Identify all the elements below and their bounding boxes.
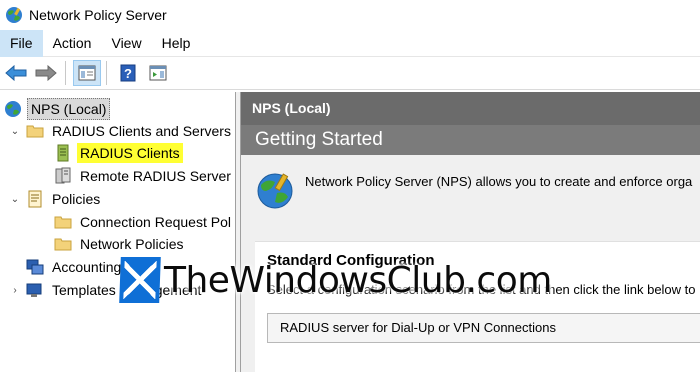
tree-item-accounting[interactable]: Accounting: [26, 256, 124, 278]
menu-action[interactable]: Action: [43, 30, 102, 57]
tree-item-label: NPS (Local): [27, 98, 111, 120]
tree-item-nps-local[interactable]: NPS (Local): [4, 98, 111, 120]
tree-item-label: Accounting: [52, 259, 122, 275]
getting-started-description: Network Policy Server (NPS) allows you t…: [305, 174, 693, 189]
tree-item-label: Templates Management: [52, 282, 202, 298]
folder-icon: [54, 216, 72, 229]
toolbar-separator: [106, 61, 107, 85]
nps-globe-icon: [257, 173, 293, 209]
tree-item-radius-clients[interactable]: RADIUS Clients: [54, 142, 183, 164]
server-group-icon: [55, 167, 71, 184]
show-hide-console-tree-button[interactable]: [73, 60, 101, 86]
svg-text:?: ?: [124, 66, 132, 81]
accounting-icon: [26, 259, 44, 275]
chevron-right-icon[interactable]: ›: [8, 285, 22, 296]
console-tree: NPS (Local) ⌄ RADIUS Clients and Servers…: [0, 92, 236, 372]
menu-view[interactable]: View: [101, 30, 151, 57]
tree-item-label: Connection Request Pol: [80, 214, 231, 230]
folder-icon: [54, 238, 72, 251]
standard-configuration-panel: Standard Configuration Select a configur…: [255, 241, 700, 372]
toolbar: ?: [0, 57, 700, 90]
tree-item-label: Policies: [52, 191, 101, 207]
tree-item-label: Remote RADIUS Server G: [80, 168, 236, 184]
back-button[interactable]: [2, 60, 30, 86]
menu-help[interactable]: Help: [152, 30, 201, 57]
nps-globe-icon: [6, 7, 22, 23]
nps-globe-icon: [5, 101, 21, 117]
menu-bar: File Action View Help: [0, 29, 700, 57]
standard-configuration-title: Standard Configuration: [267, 252, 435, 269]
tree-item-templates-management[interactable]: › Templates Management: [8, 279, 204, 301]
getting-started-body: Network Policy Server (NPS) allows you t…: [241, 155, 700, 372]
scenario-dropdown[interactable]: RADIUS server for Dial-Up or VPN Connect…: [267, 313, 700, 343]
window-title: Network Policy Server: [29, 7, 167, 23]
menu-file[interactable]: File: [0, 29, 43, 57]
tree-item-label: Network Policies: [80, 236, 184, 252]
folder-icon: [26, 125, 44, 138]
chevron-down-icon[interactable]: ⌄: [8, 126, 22, 137]
tree-item-label: RADIUS Clients: [77, 143, 183, 163]
back-arrow-icon: [5, 65, 27, 81]
getting-started-header[interactable]: Getting Started: [241, 125, 700, 155]
toolbar-separator: [65, 61, 66, 85]
standard-configuration-description: Select a configuration scenario from the…: [267, 282, 696, 297]
forward-arrow-icon: [35, 65, 57, 81]
server-icon: [57, 144, 69, 162]
help-button[interactable]: ?: [114, 60, 142, 86]
tree-item-radius-clients-and-servers[interactable]: ⌄ RADIUS Clients and Servers: [8, 120, 234, 142]
policies-icon: [28, 190, 42, 208]
content-pane: NPS (Local) Getting Started Network Poli…: [241, 92, 700, 372]
show-hide-console-tree-icon: [78, 65, 96, 81]
help-icon: ?: [120, 64, 136, 82]
tree-item-connection-request-policies[interactable]: Connection Request Pol: [54, 211, 234, 233]
content-header: NPS (Local): [241, 92, 700, 125]
templates-icon: [26, 283, 42, 297]
action-pane-button[interactable]: [144, 60, 172, 86]
tree-item-network-policies[interactable]: Network Policies: [54, 233, 186, 255]
forward-button[interactable]: [32, 60, 60, 86]
tree-item-remote-radius-server-groups[interactable]: Remote RADIUS Server G: [54, 165, 236, 187]
tree-item-policies[interactable]: ⌄ Policies: [8, 188, 103, 210]
title-bar: Network Policy Server: [0, 0, 700, 30]
chevron-down-icon[interactable]: ⌄: [8, 194, 22, 205]
tree-item-label: RADIUS Clients and Servers: [52, 123, 231, 139]
action-pane-icon: [149, 65, 167, 81]
